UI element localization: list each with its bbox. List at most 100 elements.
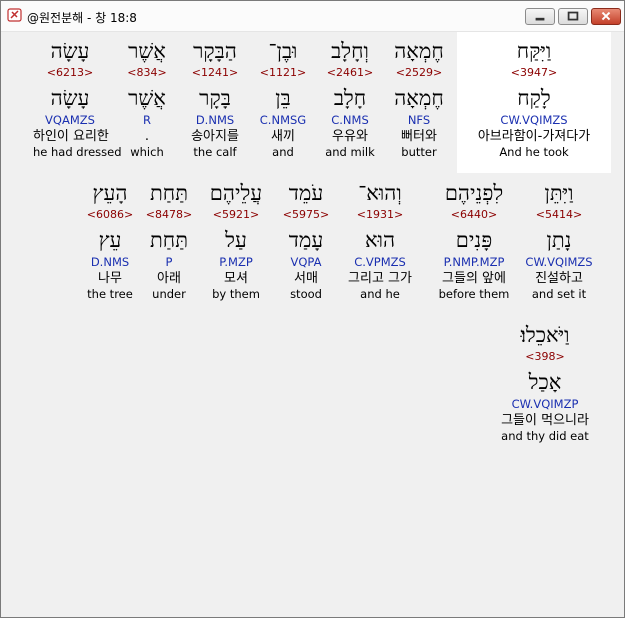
english-gloss: which	[130, 145, 164, 159]
korean-gloss: 모셔	[224, 271, 248, 286]
lemma: עָמַד	[288, 228, 324, 252]
maximize-icon	[567, 11, 579, 21]
morphology-code: VQAMZS	[45, 113, 95, 127]
morphology-code: C.VPMZS	[354, 255, 406, 269]
morphology-code: C.NMS	[331, 113, 369, 127]
korean-gloss: 아브라함이-가져다가	[477, 129, 591, 144]
analysis-pane: עָשָׂה <6213> עָשָׂה VQAMZS 하인이 요리한 he h…	[5, 32, 620, 613]
morphology-code: NFS	[407, 113, 431, 127]
hebrew-word: וַיֹּאכֵלוּ׃	[520, 323, 570, 347]
strong-number: <8478>	[145, 208, 193, 221]
strong-number: <5414>	[535, 208, 583, 221]
hebrew-word: הַבָּקָר	[193, 39, 237, 63]
strong-number: <2461>	[326, 66, 374, 79]
word-cell[interactable]: חֶמְאָה <2529> חֶמְאָה NFS 뻐터와 butter	[382, 39, 456, 159]
word-cell[interactable]: הַבָּקָר <1241> בָּקָר D.NMS 송아지를 the ca…	[178, 39, 252, 159]
hebrew-word: וּבֶן־	[268, 39, 298, 63]
strong-number: <3947>	[510, 66, 558, 79]
english-gloss: and set it	[531, 287, 587, 301]
word-cell[interactable]: עֲלֵיהֶם <5921> עַל P.MZP 모셔 by them	[199, 181, 273, 301]
strong-number: <1121>	[259, 66, 307, 79]
english-gloss: And he took	[499, 145, 569, 159]
morphology-code: VQPA	[290, 255, 322, 269]
hebrew-word: וְחָלָב	[331, 39, 369, 63]
strong-number: <834>	[127, 66, 167, 79]
word-cell[interactable]: וַיֹּאכֵלוּ׃ <398> אָכַל CW.VQIMZP 그들이 먹…	[495, 323, 595, 443]
korean-gloss: 송아지를	[191, 129, 239, 144]
english-gloss: by them	[212, 287, 260, 301]
lemma: הוּא	[364, 228, 396, 252]
morphology-code: P.NMP.MZP	[443, 255, 505, 269]
english-gloss: butter	[401, 145, 437, 159]
english-gloss: and milk	[325, 145, 375, 159]
window-title: @원전분해 - 창 18:8	[27, 11, 137, 25]
lemma: בָּקָר	[199, 86, 231, 110]
close-button[interactable]	[591, 8, 621, 25]
korean-gloss: 새끼	[271, 129, 295, 144]
lemma: לָקַח	[517, 86, 551, 110]
hebrew-word: וַיִּתֵּן	[544, 181, 574, 205]
word-cell[interactable]: עָשָׂה <6213> עָשָׂה VQAMZS 하인이 요리한 he h…	[33, 39, 122, 159]
word-cell[interactable]: וּבֶן־ <1121> בֵּן C.NMSG 새끼 and	[246, 39, 320, 159]
word-cell[interactable]: וַיִּתֵּן <5414> נָתַן CW.VQIMZS 진설하고 an…	[522, 181, 596, 301]
english-gloss: and thy did eat	[501, 429, 589, 443]
minimize-icon	[535, 17, 545, 21]
lemma: אֲשֶׁר	[128, 86, 166, 110]
hebrew-word: עֹמֵד	[288, 181, 324, 205]
morphology-code: P.MZP	[219, 255, 253, 269]
english-gloss: he had dressed	[33, 145, 122, 159]
korean-gloss: 그들이 먹으니라	[501, 413, 589, 428]
strong-number: <1931>	[356, 208, 404, 221]
strong-number: <6213>	[46, 66, 94, 79]
hebrew-word: עָשָׂה	[50, 39, 90, 63]
close-icon	[601, 11, 611, 21]
morphology-code: CW.VQIMZP	[511, 397, 579, 411]
app-window: @원전분해 - 창 18:8 עָשָׂה <6213> עָשָׂה VQAM…	[0, 0, 625, 618]
strong-number: <5921>	[212, 208, 260, 221]
morphology-code: D.NMS	[195, 113, 235, 127]
word-cell[interactable]: עֹמֵד <5975> עָמַד VQPA 서매 stood	[269, 181, 343, 301]
hebrew-word: וְהוּא־	[358, 181, 402, 205]
korean-gloss: 하인이 요리한	[33, 129, 109, 144]
hebrew-word: וַיִּקַּח	[516, 39, 552, 63]
morphology-code: CW.VQIMZS	[500, 113, 568, 127]
maximize-button[interactable]	[558, 8, 588, 25]
korean-gloss: 그리고 그가	[348, 271, 412, 286]
english-gloss: and	[272, 145, 294, 159]
lemma: חָלָב	[333, 86, 367, 110]
hebrew-word: חֶמְאָה	[394, 39, 444, 63]
word-cell[interactable]: לִפְנֵיהֶם <6440> פָּנִים P.NMP.MZP 그들의 …	[431, 181, 517, 301]
strong-number: <2529>	[395, 66, 443, 79]
word-cell-selected[interactable]: וַיִּקַּח <3947> לָקַח CW.VQIMZS 아브라함이-가…	[457, 39, 611, 159]
english-gloss: under	[152, 287, 186, 301]
hebrew-word: אֲשֶׁר	[128, 39, 166, 63]
lemma: חֶמְאָה	[394, 86, 444, 110]
lemma: עָשָׂה	[50, 86, 90, 110]
word-cell[interactable]: וְהוּא־ <1931> הוּא C.VPMZS 그리고 그가 and h…	[343, 181, 417, 301]
strong-number: <1241>	[191, 66, 239, 79]
strong-number: <398>	[525, 350, 565, 363]
morphology-code: CW.VQIMZS	[525, 255, 593, 269]
strong-number: <5975>	[282, 208, 330, 221]
title-bar[interactable]: @원전분해 - 창 18:8	[1, 1, 624, 32]
hebrew-word: עֲלֵיהֶם	[209, 181, 263, 205]
english-gloss: and he	[360, 287, 400, 301]
word-cell[interactable]: תַּחַת <8478> תַּחַת P 아래 under	[132, 181, 206, 301]
morphology-code: P	[165, 255, 173, 269]
korean-gloss: 그들의 앞에	[442, 271, 506, 286]
lemma: עַל	[225, 228, 247, 252]
english-gloss: the calf	[193, 145, 237, 159]
word-cell[interactable]: וְחָלָב <2461> חָלָב C.NMS 우유와 and milk	[313, 39, 387, 159]
hebrew-word: לִפְנֵיהֶם	[444, 181, 504, 205]
korean-gloss: .	[144, 129, 150, 144]
word-cell[interactable]: אֲשֶׁר <834> אֲשֶׁר R . which	[110, 39, 184, 159]
morphology-code: C.NMSG	[259, 113, 307, 127]
korean-gloss: 우유와	[332, 129, 368, 144]
english-gloss: stood	[290, 287, 322, 301]
app-icon	[7, 8, 22, 22]
hebrew-word: תַּחַת	[149, 181, 189, 205]
lemma: אָכַל	[528, 370, 562, 394]
strong-number: <6440>	[450, 208, 498, 221]
lemma: פָּנִים	[455, 228, 493, 252]
minimize-button[interactable]	[525, 8, 555, 25]
